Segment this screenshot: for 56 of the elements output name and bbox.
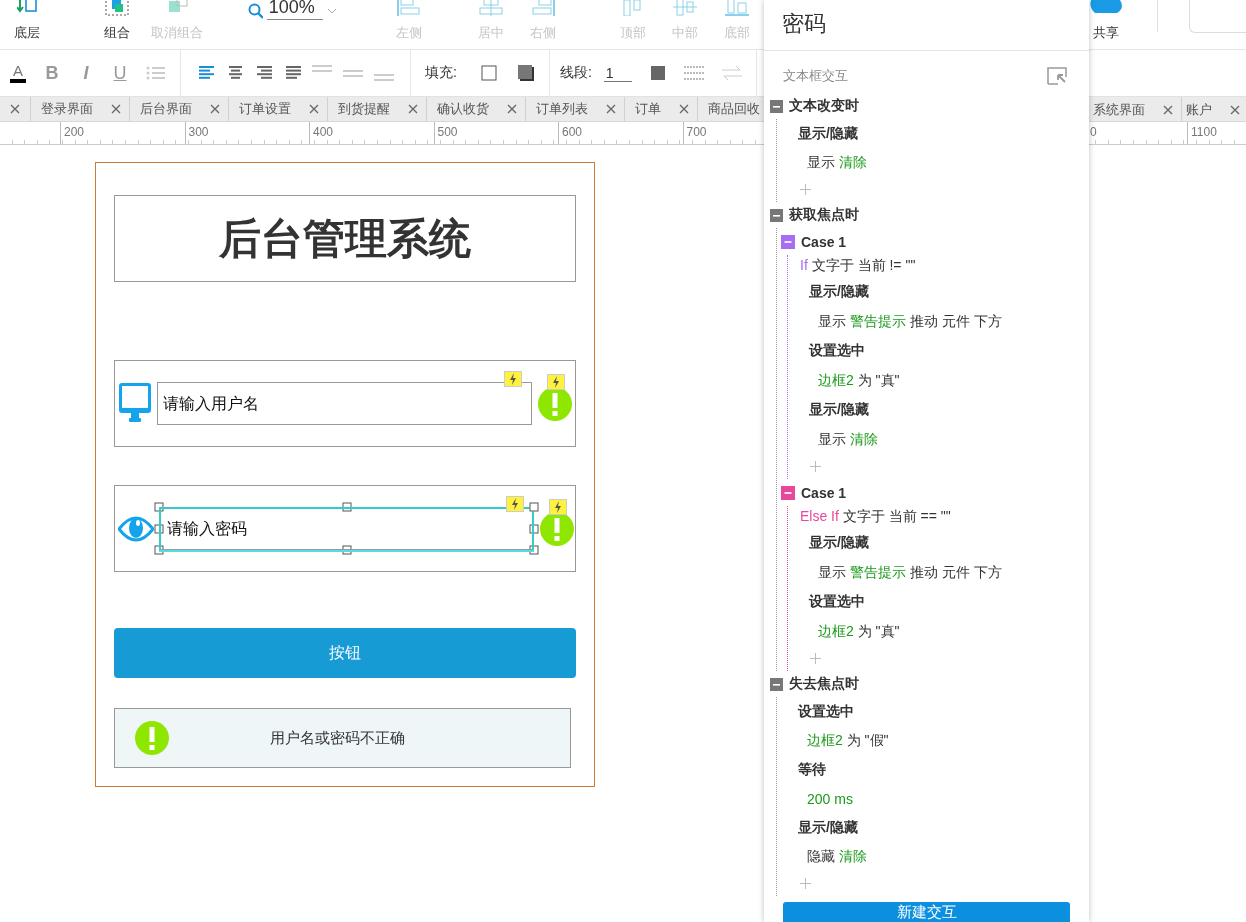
action-label[interactable]: 显示/隐藏 xyxy=(809,534,869,552)
toolbar-button[interactable]: 组合 xyxy=(91,0,143,42)
text-input[interactable]: 请输入用户名 xyxy=(157,382,532,425)
action-label[interactable]: 设置选中 xyxy=(798,702,854,721)
case-label[interactable]: Case 1 xyxy=(801,484,847,501)
page-tab[interactable]: 订单列表 xyxy=(525,97,624,121)
action-label[interactable]: 显示/隐藏 xyxy=(809,401,869,419)
action-label[interactable]: 显示/隐藏 xyxy=(809,283,869,301)
panel-title: 密码 xyxy=(764,0,1089,51)
page-tab[interactable]: 登录界面 xyxy=(30,97,129,121)
action-label[interactable]: 显示/隐藏 xyxy=(798,818,858,837)
page-heading: 后台管理系统 xyxy=(219,213,471,264)
ruler-label: 500 xyxy=(433,122,558,144)
action-detail: 200 ms xyxy=(807,790,853,807)
action-detail: 边框2 为 "真" xyxy=(818,371,900,390)
action-detail: 显示 警告提示 推动 元件 下方 xyxy=(818,563,1002,582)
action-label[interactable]: 设置选中 xyxy=(809,342,865,360)
zoom-dropdown[interactable]: 100% xyxy=(248,0,336,22)
action-detail: 显示 警告提示 推动 元件 下方 xyxy=(818,312,1002,331)
line-label: 线段: xyxy=(559,64,592,82)
ruler-label: 1100 xyxy=(1187,122,1246,144)
action-detail: 隐藏 清除 xyxy=(807,847,867,866)
action-detail: 边框2 为 "假" xyxy=(807,731,889,750)
page-tab[interactable]: 账户 xyxy=(1181,97,1246,122)
toolbar-button[interactable]: 底层 xyxy=(1,0,53,42)
action-label[interactable]: 等待 xyxy=(798,760,826,779)
error-message: 用户名或密码不正确 xyxy=(270,728,405,748)
event-label[interactable]: 文本改变时 xyxy=(789,97,859,115)
new-interaction-button[interactable]: 新建交互 xyxy=(783,902,1070,922)
ruler-label: 300 xyxy=(184,122,309,144)
line-width-field[interactable]: 1 xyxy=(603,64,632,82)
panel-subtitle: 文本框交互 xyxy=(783,67,848,85)
ruler-label: 200 xyxy=(60,122,185,144)
page-tab[interactable]: 订单设置 xyxy=(228,97,327,121)
page-tab[interactable]: 确认收货 xyxy=(426,97,525,121)
action-detail: 显示 清除 xyxy=(807,153,867,172)
page-tab[interactable]: 订单 xyxy=(624,97,697,121)
text-input[interactable]: 请输入密码 xyxy=(159,507,534,550)
ruler-label: 600 xyxy=(558,122,683,144)
ruler-label: 0 xyxy=(1089,124,1098,141)
page-tab[interactable]: 到货提醒 xyxy=(327,97,426,121)
text-style-button[interactable]: A xyxy=(10,63,26,83)
case-condition: If 文字于 当前 != "" xyxy=(800,257,916,275)
page-tab[interactable]: 后台界面 xyxy=(129,97,228,121)
case-label[interactable]: Case 1 xyxy=(801,233,847,250)
page-tab[interactable]: 系统界面 xyxy=(1089,97,1181,122)
case-condition: Else If 文字于 当前 == "" xyxy=(800,508,951,526)
fill-label: 填充: xyxy=(425,64,457,82)
ruler-label: 400 xyxy=(309,122,434,144)
action-detail: 边框2 为 "真" xyxy=(818,622,900,641)
event-label[interactable]: 失去焦点时 xyxy=(789,675,859,693)
action-detail: 显示 清除 xyxy=(818,430,878,449)
action-label[interactable]: 设置选中 xyxy=(809,593,865,611)
page-tab[interactable]: 商品回收 xyxy=(697,97,760,121)
share-button[interactable]: 共享 xyxy=(1090,0,1122,42)
event-label[interactable]: 获取焦点时 xyxy=(789,206,859,224)
